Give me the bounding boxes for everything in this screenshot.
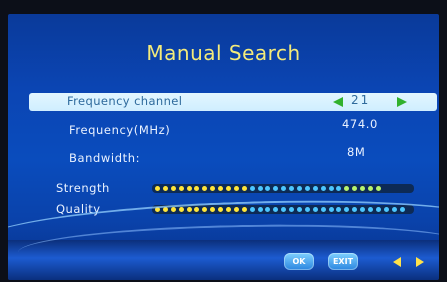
bandwidth-label: Bandwidth:	[69, 151, 141, 165]
bandwidth-value: 8M	[347, 145, 366, 159]
meter-dot	[344, 186, 350, 191]
meter-dot	[155, 186, 160, 191]
meter-dot	[249, 186, 255, 191]
meter-dot	[289, 186, 295, 191]
meter-dot	[273, 186, 279, 191]
frequency-channel-value: 21	[351, 93, 371, 107]
meter-dot	[304, 186, 310, 191]
meter-dot	[281, 186, 287, 191]
exit-button[interactable]: EXIT	[328, 253, 358, 270]
frequency-value: 474.0	[342, 117, 378, 131]
meter-dot	[360, 186, 366, 191]
meter-dot	[368, 186, 374, 191]
frequency-label: Frequency(MHz)	[69, 123, 171, 137]
meter-dot	[218, 186, 224, 191]
channel-increase-arrow-icon[interactable]	[397, 97, 407, 107]
nav-right-arrow-icon[interactable]	[416, 257, 424, 267]
meter-dot	[241, 186, 247, 191]
strength-label: Strength	[56, 181, 110, 195]
page-title: Manual Search	[146, 41, 301, 65]
meter-dot	[178, 186, 184, 191]
frequency-channel-row[interactable]: Frequency channel 21	[29, 93, 437, 111]
meter-dot	[297, 186, 303, 191]
strength-meter	[152, 184, 414, 193]
meter-dot	[186, 186, 192, 191]
meter-dot	[265, 186, 271, 191]
meter-dot	[312, 186, 318, 191]
meter-dot	[328, 186, 334, 191]
meter-dot	[375, 186, 381, 191]
bottom-bar: OK EXIT	[8, 192, 439, 280]
tv-screen: Manual Search Frequency channel 21 Frequ…	[8, 14, 439, 280]
nav-left-arrow-icon[interactable]	[393, 257, 401, 267]
meter-dot	[320, 186, 326, 191]
meter-dot	[210, 186, 216, 191]
meter-dot	[233, 186, 239, 191]
frequency-channel-label: Frequency channel	[67, 94, 183, 108]
meter-dot	[226, 186, 232, 191]
meter-dot	[162, 186, 168, 191]
meter-dot	[352, 186, 358, 191]
ok-button[interactable]: OK	[284, 253, 314, 270]
meter-dot	[257, 186, 263, 191]
meter-dot	[336, 186, 342, 191]
channel-decrease-arrow-icon[interactable]	[333, 97, 343, 107]
meter-dot	[194, 186, 200, 191]
meter-dot	[202, 186, 208, 191]
meter-dot	[170, 186, 176, 191]
